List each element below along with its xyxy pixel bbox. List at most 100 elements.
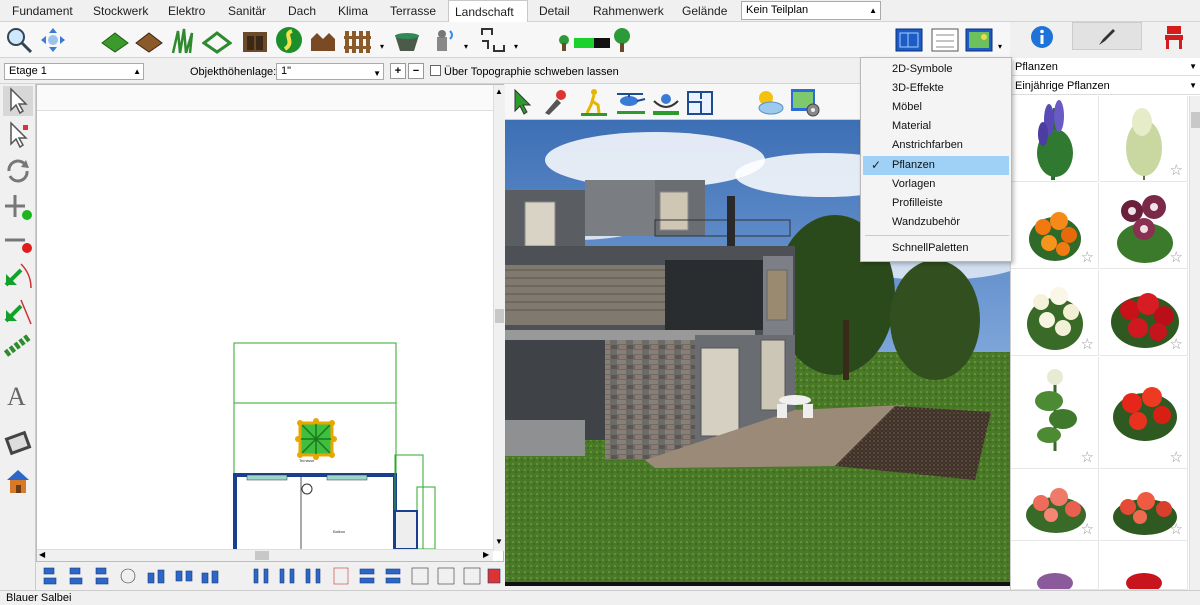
favorite-star-icon[interactable]: ☆ bbox=[1170, 248, 1183, 266]
render-settings-icon[interactable] bbox=[789, 86, 821, 118]
tab-landschaft[interactable]: Landschaft bbox=[448, 0, 528, 22]
tab-detail[interactable]: Detail bbox=[533, 0, 576, 22]
text-tool-icon[interactable]: A bbox=[3, 380, 33, 410]
plant-item[interactable]: ☆ bbox=[1011, 357, 1099, 469]
tab-pen[interactable] bbox=[1072, 22, 1142, 50]
select-arrow-icon[interactable] bbox=[3, 86, 33, 116]
vertical-scrollbar[interactable]: ▲ ▼ bbox=[493, 85, 504, 551]
chair-icon[interactable] bbox=[1162, 24, 1186, 50]
plan-view[interactable]: ▲ ▼ ◀ ▶ Terrasse Balkon bbox=[36, 84, 504, 562]
hscroll-thumb[interactable] bbox=[255, 551, 269, 560]
favorite-star-icon[interactable]: ☆ bbox=[1081, 520, 1094, 538]
plant-item[interactable]: ☆ bbox=[1011, 270, 1099, 356]
library-scroll-thumb[interactable] bbox=[1191, 112, 1200, 128]
menu-item-2d-symbols[interactable]: 2D-Symbole bbox=[863, 60, 1009, 79]
arc-tool-icon[interactable] bbox=[3, 260, 33, 290]
plant-item[interactable]: ☆ bbox=[1011, 183, 1099, 269]
decrease-height-button[interactable]: − bbox=[408, 63, 424, 79]
remove-point-icon[interactable] bbox=[3, 226, 33, 256]
plant-item[interactable] bbox=[1011, 96, 1099, 182]
fence-dropdown-icon[interactable]: ▾ bbox=[380, 42, 384, 51]
tab-dach[interactable]: Dach bbox=[282, 0, 322, 22]
grass-tool-icon[interactable] bbox=[168, 25, 198, 55]
menu-item-3d-effects[interactable]: 3D-Effekte bbox=[863, 79, 1009, 98]
menu-item-paint-colors[interactable]: Anstrichfarben bbox=[863, 136, 1009, 155]
tab-fundament[interactable]: Fundament bbox=[6, 0, 79, 22]
rock-wall-icon[interactable] bbox=[308, 25, 338, 55]
shed-icon[interactable] bbox=[240, 25, 270, 55]
scroll-thumb[interactable] bbox=[495, 309, 504, 323]
plan-drawing[interactable] bbox=[37, 111, 493, 549]
house-tool-icon[interactable] bbox=[3, 466, 33, 496]
plant-item[interactable]: ☆ bbox=[1011, 469, 1099, 541]
menu-item-wall-accessories[interactable]: Wandzubehör bbox=[863, 213, 1009, 232]
helicopter-icon[interactable] bbox=[615, 87, 647, 117]
fence-icon[interactable] bbox=[342, 25, 372, 55]
floor-select[interactable]: Etage 1 ▲▼ bbox=[4, 63, 144, 91]
align-tools[interactable] bbox=[40, 565, 506, 587]
favorite-star-icon[interactable]: ☆ bbox=[1170, 161, 1183, 179]
sprinkler-icon[interactable] bbox=[428, 25, 458, 55]
segment-tool-icon[interactable] bbox=[478, 25, 508, 55]
select-objects-icon[interactable] bbox=[3, 120, 33, 150]
border-tool-icon[interactable] bbox=[202, 25, 232, 55]
menu-item-furniture[interactable]: Möbel bbox=[863, 98, 1009, 117]
walk-icon[interactable] bbox=[579, 87, 609, 117]
favorite-star-icon[interactable]: ☆ bbox=[1081, 335, 1094, 353]
camera-tool-icon[interactable] bbox=[3, 428, 33, 458]
hedge-tool-icon[interactable] bbox=[3, 330, 33, 360]
favorite-star-icon[interactable]: ☆ bbox=[1170, 520, 1183, 538]
camera-view-icon[interactable] bbox=[964, 25, 994, 55]
select-3d-icon[interactable] bbox=[509, 87, 537, 117]
pan-icon[interactable] bbox=[38, 25, 68, 55]
tab-sanitaer[interactable]: Sanitär bbox=[222, 0, 272, 22]
favorite-star-icon[interactable]: ☆ bbox=[1081, 248, 1094, 266]
path-tool-icon[interactable] bbox=[274, 25, 304, 55]
orbit-icon[interactable] bbox=[651, 87, 681, 117]
sprinkler-dropdown-icon[interactable]: ▾ bbox=[464, 42, 468, 51]
elevation-view-icon[interactable] bbox=[930, 25, 960, 55]
teilplan-select[interactable]: Kein Teilplan ▲▼ bbox=[741, 1, 881, 32]
tab-rahmenwerk[interactable]: Rahmenwerk bbox=[587, 0, 670, 22]
plant-item[interactable] bbox=[1011, 541, 1099, 590]
float-topography-checkbox[interactable] bbox=[430, 65, 441, 76]
view-dropdown-icon[interactable]: ▾ bbox=[998, 42, 1002, 51]
scroll-up-icon[interactable]: ▲ bbox=[495, 87, 503, 96]
tab-klima[interactable]: Klima bbox=[332, 0, 374, 22]
add-point-icon[interactable] bbox=[3, 192, 33, 222]
menu-item-quick-palettes[interactable]: SchnellPaletten bbox=[863, 239, 1009, 258]
tab-terrasse[interactable]: Terrasse bbox=[384, 0, 442, 22]
tab-gelaende[interactable]: Gelände bbox=[676, 0, 733, 22]
floorplan-3d-icon[interactable] bbox=[685, 87, 715, 117]
plant-item[interactable]: ☆ bbox=[1100, 183, 1188, 269]
plant-item[interactable]: ☆ bbox=[1100, 270, 1188, 356]
plant-item[interactable] bbox=[1100, 541, 1188, 590]
plant-growth-slider[interactable] bbox=[556, 26, 636, 54]
plan-view-icon[interactable] bbox=[894, 25, 924, 55]
segment-dropdown-icon[interactable]: ▾ bbox=[514, 42, 518, 51]
rotate-icon[interactable] bbox=[3, 156, 33, 186]
zoom-icon[interactable] bbox=[4, 25, 34, 55]
plant-item[interactable]: ☆ bbox=[1100, 357, 1188, 469]
horizontal-scrollbar[interactable]: ◀ ▶ bbox=[37, 549, 493, 561]
info-icon[interactable] bbox=[1030, 25, 1054, 49]
plant-item[interactable]: ☆ bbox=[1100, 469, 1188, 541]
increase-height-button[interactable]: + bbox=[390, 63, 406, 79]
menu-item-profile-bar[interactable]: Profilleiste bbox=[863, 194, 1009, 213]
favorite-star-icon[interactable]: ☆ bbox=[1170, 335, 1183, 353]
favorite-star-icon[interactable]: ☆ bbox=[1081, 448, 1094, 466]
scroll-left-icon[interactable]: ◀ bbox=[39, 550, 45, 559]
library-subcategory-select[interactable]: Einjährige Pflanzen ▼ bbox=[1011, 77, 1200, 95]
sun-shadow-icon[interactable] bbox=[753, 86, 785, 118]
favorite-star-icon[interactable]: ☆ bbox=[1170, 448, 1183, 466]
scroll-down-icon[interactable]: ▼ bbox=[495, 537, 503, 546]
pond-icon[interactable] bbox=[392, 25, 422, 55]
library-scrollbar[interactable] bbox=[1189, 96, 1200, 590]
menu-item-templates[interactable]: Vorlagen bbox=[863, 175, 1009, 194]
object-height-field[interactable]: 1" ▼ bbox=[276, 63, 384, 80]
plant-item[interactable]: ☆ bbox=[1100, 96, 1188, 182]
scroll-right-icon[interactable]: ▶ bbox=[483, 550, 489, 559]
tab-stockwerk[interactable]: Stockwerk bbox=[87, 0, 154, 22]
menu-item-plants[interactable]: ✓ Pflanzen bbox=[863, 156, 1009, 175]
library-category-select[interactable]: Pflanzen ▼ bbox=[1011, 58, 1200, 76]
